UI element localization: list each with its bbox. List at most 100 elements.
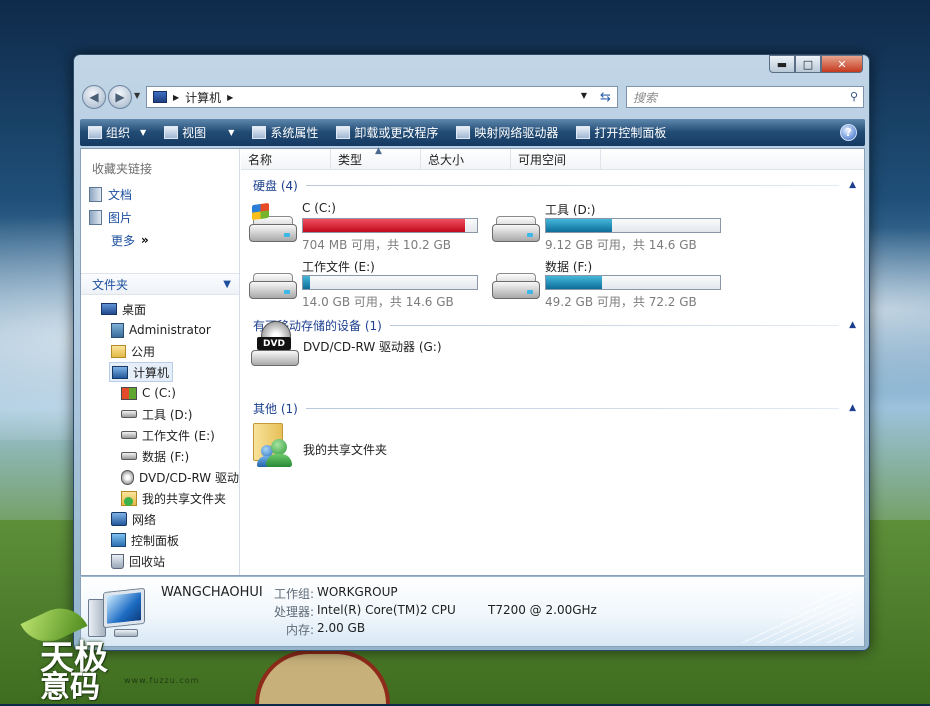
- drive-tile-d[interactable]: 工具 (D:) 9.12 GB 可用，共 14.6 GB: [492, 201, 727, 253]
- organize-button[interactable]: 组织 ▼: [80, 119, 156, 146]
- forward-button[interactable]: ▶: [108, 85, 132, 109]
- open-control-panel-button[interactable]: 打开控制面板: [568, 119, 676, 146]
- help-button[interactable]: ?: [840, 124, 857, 141]
- drive-usage-bar: [545, 218, 721, 233]
- address-row: ◀ ▶ ▼ ▶ 计算机 ▶ ▼ ⇆ 搜索 ⚲: [80, 83, 865, 111]
- refresh-button[interactable]: ⇆: [594, 86, 618, 108]
- back-button[interactable]: ◀: [82, 85, 106, 109]
- command-bar: 组织 ▼ 视图 ▼ 系统属性 卸载或更改程序 映射网络驱动器 打开控制面板 ?: [80, 119, 865, 146]
- favorite-documents[interactable]: 文档: [89, 184, 132, 204]
- favorite-pictures[interactable]: 图片: [89, 207, 132, 227]
- dvd-drive-icon: [121, 469, 134, 485]
- map-network-drive-button[interactable]: 映射网络驱动器: [448, 119, 568, 146]
- drive-usage-fill: [546, 219, 613, 232]
- tree-item-desktop[interactable]: 桌面: [101, 299, 146, 319]
- chevron-right-icon[interactable]: ▶: [173, 93, 179, 102]
- column-type-label: 类型: [338, 153, 363, 167]
- drive-tile-c[interactable]: C (C:) 704 MB 可用，共 10.2 GB: [249, 201, 484, 253]
- views-label: 视图: [182, 126, 207, 140]
- close-button[interactable]: ✕: [821, 55, 863, 73]
- chevron-down-icon: ▼: [140, 128, 147, 137]
- column-free-space[interactable]: 可用空间: [511, 149, 601, 170]
- dvd-drive-label: DVD/CD-RW 驱动器 (G:): [303, 340, 442, 354]
- breadcrumb-computer[interactable]: 计算机: [185, 89, 221, 106]
- tree-item-drive-d[interactable]: 工具 (D:): [121, 404, 192, 424]
- group-divider: [305, 407, 840, 409]
- search-input[interactable]: 搜索 ⚲: [626, 86, 864, 108]
- tree-item-label: Administrator: [129, 323, 211, 337]
- recent-pages-dropdown[interactable]: ▼: [134, 91, 140, 100]
- group-removable-storage[interactable]: 有可移动存储的设备 (1) ▲: [253, 318, 856, 333]
- column-type[interactable]: 类型 ▲: [331, 146, 421, 170]
- tree-item-drive-f[interactable]: 数据 (F:): [121, 446, 189, 466]
- minimize-button[interactable]: ▬: [769, 55, 795, 73]
- tree-item-label: 我的共享文件夹: [142, 491, 227, 506]
- chevron-up-icon[interactable]: ▲: [849, 320, 856, 330]
- documents-icon: [89, 186, 102, 202]
- computer-icon: [153, 91, 167, 103]
- drive-tile-f[interactable]: 数据 (F:) 49.2 GB 可用，共 72.2 GB: [492, 258, 727, 310]
- drive-name: 工作文件 (E:): [302, 260, 375, 274]
- hard-drive-icon: [121, 410, 137, 418]
- tree-item-network[interactable]: 网络: [111, 509, 156, 529]
- system-properties-icon: [252, 126, 267, 139]
- tree-item-drive-e[interactable]: 工作文件 (E:): [121, 425, 215, 445]
- cpu-label: 处理器:: [274, 605, 315, 619]
- search-icon[interactable]: ⚲: [850, 90, 858, 103]
- refresh-icon: ⇆: [600, 89, 611, 105]
- favorite-more[interactable]: 更多 »: [111, 230, 149, 250]
- views-icon: [164, 126, 179, 139]
- chevron-up-icon[interactable]: ▲: [849, 403, 856, 413]
- address-dropdown-icon[interactable]: ▼: [581, 91, 587, 100]
- organize-icon: [88, 126, 102, 139]
- drive-tile-e[interactable]: 工作文件 (E:) 14.0 GB 可用，共 14.6 GB: [249, 258, 484, 310]
- system-drive-icon: [249, 202, 297, 242]
- tree-item-computer[interactable]: 计算机: [109, 362, 174, 382]
- uninstall-label: 卸载或更改程序: [354, 126, 439, 140]
- watermark-logo: 天极 意码 www.fuzzu.com: [14, 592, 198, 705]
- system-properties-button[interactable]: 系统属性: [244, 119, 328, 146]
- favorite-pictures-label: 图片: [108, 210, 133, 225]
- content-area: 收藏夹链接 文档 图片 更多 » 文件夹 ▼ 桌面 Administrator …: [80, 146, 865, 576]
- hard-drive-icon: [492, 271, 540, 299]
- chevron-up-icon[interactable]: ▲: [849, 180, 856, 190]
- views-button[interactable]: 视图 ▼: [156, 119, 244, 146]
- hard-drive-icon: [121, 431, 137, 439]
- group-divider: [389, 324, 840, 326]
- tree-item-recycle-bin[interactable]: 回收站: [111, 551, 165, 571]
- maximize-button[interactable]: □: [795, 55, 821, 73]
- tree-item-shared-folder[interactable]: 我的共享文件夹: [121, 488, 226, 508]
- chevron-right-icon[interactable]: ▶: [227, 93, 233, 102]
- address-bar[interactable]: ▶ 计算机 ▶ ▼: [146, 86, 618, 108]
- tree-item-label: 工具 (D:): [142, 407, 193, 422]
- arrow-right-icon: ▶: [115, 90, 125, 104]
- favorite-more-label: 更多: [111, 233, 136, 248]
- hard-drive-icon: [121, 452, 137, 460]
- tree-item-administrator[interactable]: Administrator: [111, 320, 211, 340]
- map-network-drive-label: 映射网络驱动器: [474, 126, 559, 140]
- arrow-left-icon: ◀: [89, 90, 99, 104]
- group-other[interactable]: 其他 (1) ▲: [253, 401, 856, 416]
- uninstall-program-button[interactable]: 卸载或更改程序: [328, 119, 448, 146]
- tree-item-dvd[interactable]: DVD/CD-RW 驱动: [121, 467, 239, 487]
- drive-name: 数据 (F:): [545, 260, 593, 274]
- tree-item-drive-c[interactable]: C (C:): [121, 383, 176, 403]
- tree-item-label: 计算机: [133, 365, 170, 380]
- help-icon: ?: [845, 126, 852, 139]
- tree-item-label: 回收站: [129, 554, 166, 569]
- tree-item-label: DVD/CD-RW 驱动: [138, 470, 239, 485]
- group-hard-disks[interactable]: 硬盘 (4) ▲: [253, 178, 856, 193]
- dvd-badge: DVD: [257, 337, 291, 350]
- control-panel-icon: [576, 126, 591, 139]
- drive-usage-fill: [303, 219, 465, 232]
- tree-item-control-panel[interactable]: 控制面板: [111, 530, 179, 550]
- drive-name: 工具 (D:): [545, 203, 596, 217]
- computer-icon: [112, 365, 128, 379]
- tree-item-public[interactable]: 公用: [111, 341, 155, 361]
- group-hard-disks-label: 硬盘 (4): [253, 178, 298, 193]
- drive-free-space: 14.0 GB 可用，共 14.6 GB: [302, 295, 454, 309]
- folders-header[interactable]: 文件夹 ▼: [81, 273, 239, 295]
- watermark-url: www.fuzzu.com: [124, 676, 200, 685]
- column-total-size[interactable]: 总大小: [421, 149, 511, 170]
- column-name[interactable]: 名称: [241, 149, 331, 170]
